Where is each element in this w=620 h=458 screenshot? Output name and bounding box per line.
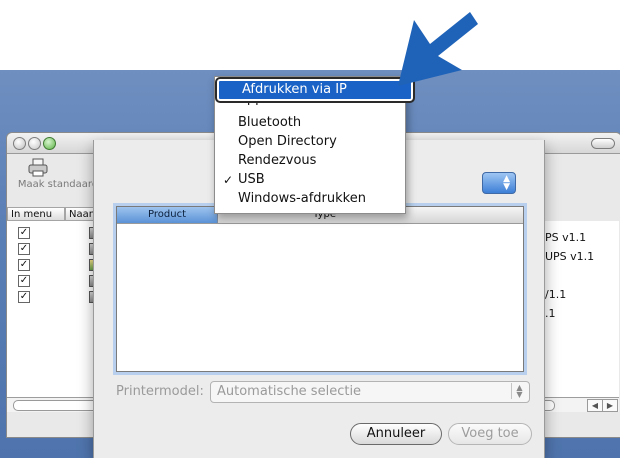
pointer-arrow-icon bbox=[398, 12, 478, 86]
